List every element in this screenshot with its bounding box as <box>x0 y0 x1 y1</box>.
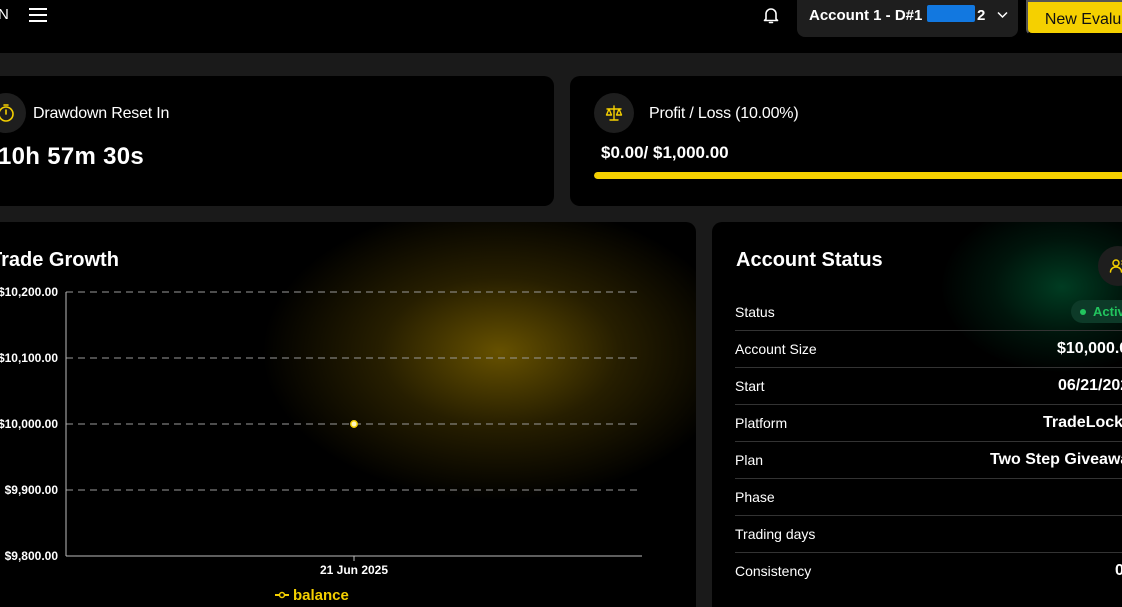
status-row-platform: Platform TradeLocker <box>735 405 1122 442</box>
data-point <box>350 420 358 428</box>
profit-loss-card: Profit / Loss (10.00%) $0.00/ $1,000.00 <box>570 76 1122 206</box>
y-tick-label: $10,100.00 <box>0 351 58 365</box>
user-group-icon <box>1109 259 1122 273</box>
y-tick-label: $9,800.00 <box>5 549 59 563</box>
notification-bell-icon[interactable] <box>761 5 781 25</box>
top-bar: N Account 1 - D#1 2 New Evalua <box>0 0 1122 53</box>
status-row-consistency: Consistency 0 <box>735 553 1122 590</box>
stopwatch-icon <box>0 104 14 122</box>
status-row-phase: Phase <box>735 479 1122 516</box>
account-status-title: Account Status <box>736 249 883 271</box>
status-badge: Active <box>1071 300 1122 323</box>
profit-progress-fill <box>594 172 1122 179</box>
redaction-mark <box>927 5 975 22</box>
status-badge-text: Active <box>1093 304 1122 319</box>
new-evaluation-button[interactable]: New Evalua <box>1026 0 1122 35</box>
trade-growth-card: Trade Growth $10,200.00 $10,100.00 $10,000… <box>0 222 696 607</box>
account-status-card: Account Status Status Active Account Siz… <box>712 222 1122 607</box>
row-label: Phase <box>735 489 775 505</box>
profit-loss-value: $0.00/ $1,000.00 <box>601 143 729 162</box>
row-value: Two Step Giveaway <box>990 451 1122 468</box>
status-row-trading-days: Trading days <box>735 516 1122 553</box>
drawdown-timer: 10h 57m 30s <box>0 143 145 170</box>
account-selector-label: Account 1 - D#1 <box>809 7 923 24</box>
chevron-down-icon <box>997 11 1008 19</box>
profit-progress-bar <box>594 172 1122 179</box>
status-row-plan: Plan Two Step Giveaway <box>735 442 1122 479</box>
status-dot-icon <box>1080 309 1086 315</box>
legend-label: balance <box>293 587 349 604</box>
menu-icon[interactable] <box>29 7 47 23</box>
stopwatch-icon-wrap <box>0 93 26 133</box>
x-tick-label: 21 Jun 2025 <box>320 563 388 577</box>
account-selector-suffix: 2 <box>977 7 986 24</box>
row-value: 06/21/2025 <box>1058 377 1122 394</box>
profit-loss-title: Profit / Loss (10.00%) <box>649 105 799 122</box>
status-list: Status Active Account Size $10,000.00 St… <box>735 294 1122 590</box>
row-value: TradeLocker <box>1043 414 1122 431</box>
account-selector[interactable]: Account 1 - D#1 2 <box>797 0 1018 37</box>
row-value: 0 <box>1115 562 1122 579</box>
status-row-status: Status Active <box>735 294 1122 331</box>
brand-logo-text: N <box>0 6 9 23</box>
legend-marker-icon <box>278 591 286 599</box>
status-row-start: Start 06/21/2025 <box>735 368 1122 405</box>
y-tick-label: $9,900.00 <box>5 483 59 497</box>
row-label: Status <box>735 304 775 320</box>
trade-growth-chart: $10,200.00 $10,100.00 $10,000.00 $9,900.00 $… <box>0 285 642 604</box>
status-row-account-size: Account Size $10,000.00 <box>735 331 1122 368</box>
drawdown-title: Drawdown Reset In <box>33 105 170 122</box>
y-tick-label: $10,200.00 <box>0 285 58 299</box>
drawdown-card: Drawdown Reset In 10h 57m 30s <box>0 76 554 206</box>
y-tick-label: $10,000.00 <box>0 417 58 431</box>
row-label: Trading days <box>735 526 816 542</box>
scale-icon <box>605 105 623 121</box>
row-value: $10,000.00 <box>1057 340 1122 357</box>
scale-icon-wrap <box>594 93 634 133</box>
